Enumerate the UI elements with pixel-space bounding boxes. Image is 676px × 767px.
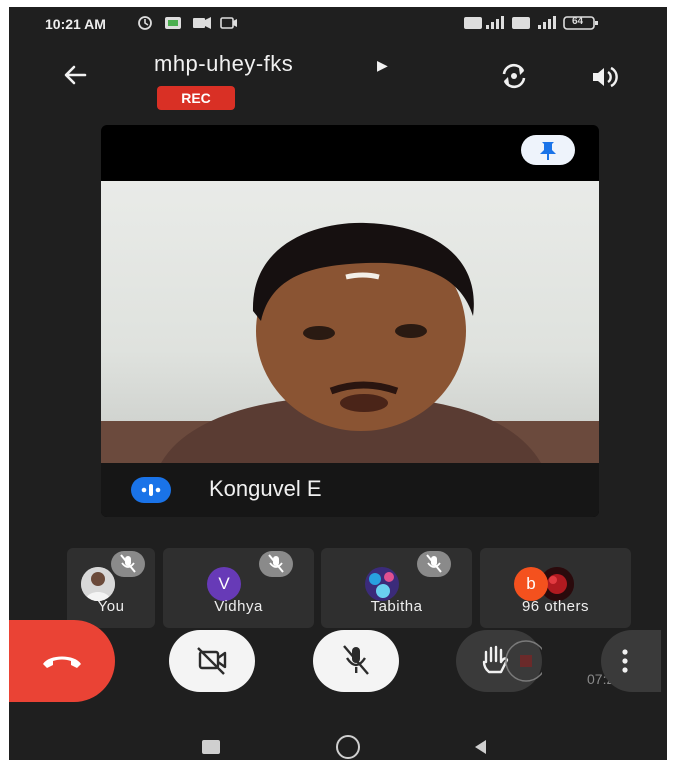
- avatar-you: [81, 567, 115, 601]
- participant-label: 96 others: [521, 598, 590, 615]
- recording-badge: REC: [157, 86, 235, 110]
- participant-video-frame: [101, 222, 599, 463]
- back-arrow-icon[interactable]: [59, 59, 91, 91]
- participant-name: Konguvel E: [209, 476, 322, 501]
- participant-label: Vidhya: [214, 598, 263, 615]
- end-call-button[interactable]: [9, 620, 115, 702]
- mic-toggle-button[interactable]: [313, 630, 399, 692]
- participant-label: You: [97, 598, 125, 615]
- participant-video: [101, 181, 599, 463]
- speaking-icon: [131, 477, 171, 503]
- participant-card-tabitha[interactable]: Tabitha: [321, 548, 472, 628]
- expand-arrow-icon[interactable]: ▶: [377, 57, 388, 74]
- participant-card-others[interactable]: b 96 others: [480, 548, 631, 628]
- meeting-code[interactable]: mhp-uhey-fks: [154, 51, 293, 77]
- pin-button[interactable]: [521, 135, 575, 165]
- mic-off-icon: [111, 551, 145, 577]
- meet-call-screen: 10:21 AM 64 mhp-uhey-fks ▶ REC Konguvel …: [9, 7, 667, 760]
- camera-toggle-button[interactable]: [169, 630, 255, 692]
- participant-card-you[interactable]: You: [67, 548, 155, 628]
- main-video-tile[interactable]: Konguvel E: [101, 125, 599, 517]
- end-call-icon: [43, 656, 81, 668]
- home-nav-button[interactable]: [336, 735, 360, 759]
- battery-level: 64: [572, 16, 584, 27]
- status-time: 10:21 AM: [45, 16, 106, 32]
- avatar-others-b: b: [514, 567, 548, 601]
- back-nav-button[interactable]: [471, 737, 491, 757]
- more-vert-icon: [622, 649, 628, 673]
- mic-off-icon: [343, 645, 369, 675]
- avatar-tabitha: [365, 567, 399, 601]
- raise-hand-button[interactable]: [456, 630, 547, 692]
- raise-hand-icon: [482, 640, 547, 682]
- mic-off-icon: [259, 551, 293, 577]
- avatar-vidhya: V: [207, 567, 241, 601]
- switch-camera-icon[interactable]: [499, 62, 529, 90]
- mic-off-icon: [417, 551, 451, 577]
- participant-card-vidhya[interactable]: V Vidhya: [163, 548, 314, 628]
- recents-nav-button[interactable]: [202, 740, 220, 754]
- speaker-icon[interactable]: [589, 63, 619, 91]
- status-icons-left: [138, 16, 237, 30]
- camera-off-icon: [197, 647, 227, 675]
- pin-icon: [540, 142, 556, 160]
- status-bar: 10:21 AM 64: [9, 7, 667, 39]
- participant-label: Tabitha: [370, 598, 423, 615]
- more-options-button[interactable]: [601, 630, 661, 692]
- tile-name-bar: Konguvel E: [101, 463, 599, 517]
